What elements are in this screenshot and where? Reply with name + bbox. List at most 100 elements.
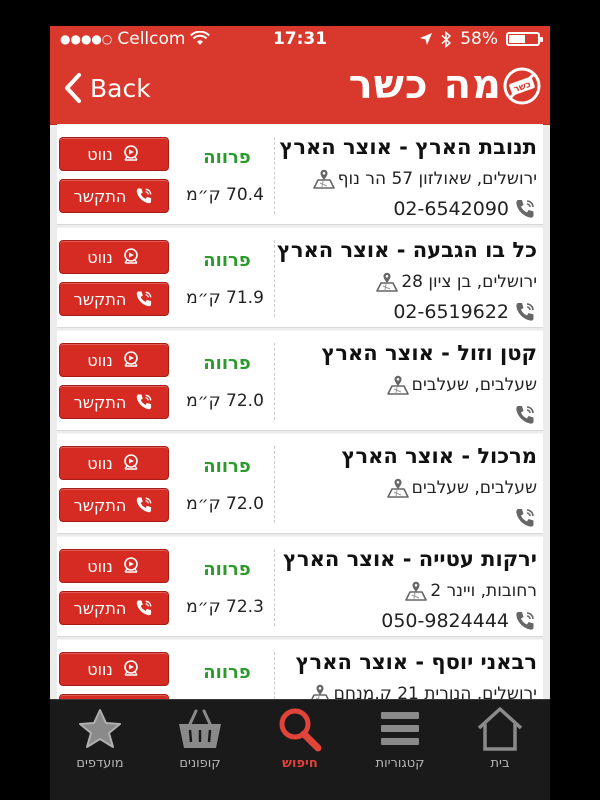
- listing-row[interactable]: קטן וזול - אוצר הארץ שעלבים, שעלבים פרוו…: [57, 330, 543, 431]
- distance: 72.0 ק״מ: [186, 391, 264, 411]
- search-icon: [279, 708, 322, 752]
- navigate-icon: [123, 145, 138, 161]
- status-right: 58%: [419, 29, 543, 49]
- navigate-label: נווט: [87, 144, 113, 164]
- phone-icon: [516, 509, 534, 527]
- navigate-icon: [123, 660, 138, 676]
- call-label: התקשר: [73, 289, 127, 309]
- location-arrow-icon: [420, 33, 433, 45]
- back-button[interactable]: Back: [62, 72, 151, 104]
- phone-icon: [516, 612, 534, 630]
- navigate-icon: [123, 351, 138, 367]
- listing-address-line: ירושלים, בן ציון 28: [375, 270, 537, 294]
- navigate-button[interactable]: נווט: [59, 343, 169, 377]
- listing-row[interactable]: מרכול - אוצר הארץ שעלבים, שעלבים פרווה 7…: [57, 433, 543, 534]
- distance: 72.3 ק״מ: [186, 597, 264, 617]
- listing-phone-line[interactable]: [509, 403, 537, 427]
- listing-phone-line[interactable]: [509, 506, 537, 530]
- call-button[interactable]: התקשר: [59, 591, 169, 625]
- navigate-label: נווט: [87, 659, 113, 679]
- row-divider: [274, 240, 275, 317]
- navigate-button[interactable]: נווט: [59, 137, 169, 171]
- battery-percent: 58%: [460, 29, 498, 49]
- phone-icon: [137, 188, 152, 204]
- call-label: התקשר: [73, 392, 127, 412]
- navigate-icon: [123, 248, 138, 264]
- call-button[interactable]: התקשר: [59, 385, 169, 419]
- navigate-icon: [123, 557, 138, 573]
- chevron-left-icon: [65, 73, 81, 103]
- navigate-button[interactable]: נווט: [59, 446, 169, 480]
- listing-address: שעלבים, שעלבים: [411, 478, 537, 498]
- row-divider: [274, 137, 275, 214]
- map-location-icon: [405, 581, 428, 601]
- menu-icon: [381, 712, 419, 745]
- tab-label: קופונים: [179, 756, 221, 771]
- navigate-button[interactable]: נווט: [59, 240, 169, 274]
- app-screen: ●●●●○ Cellcom 17:31 58% Back מה כשר כשר …: [50, 26, 550, 800]
- call-label: התקשר: [73, 186, 127, 206]
- tab-home[interactable]: בית: [450, 700, 550, 780]
- tab-label: חיפוש: [282, 756, 318, 771]
- call-label: התקשר: [73, 495, 127, 515]
- tab-bar: מועדפים קופונים חיפוש קטגוריות בית: [50, 699, 550, 800]
- tab-basket[interactable]: קופונים: [150, 700, 250, 780]
- call-button[interactable]: התקשר: [59, 282, 169, 316]
- tab-menu[interactable]: קטגוריות: [350, 700, 450, 780]
- listing-phone-line[interactable]: 02-6519622: [393, 300, 537, 324]
- status-bar: ●●●●○ Cellcom 17:31 58%: [50, 26, 550, 54]
- listing-name: קטן וזול - אוצר הארץ: [321, 341, 537, 365]
- bluetooth-icon: [441, 30, 452, 48]
- phone-icon: [516, 406, 534, 424]
- map-location-icon: [376, 272, 399, 292]
- phone-icon: [516, 303, 534, 321]
- listing-address-line: שעלבים, שעלבים: [386, 476, 537, 500]
- battery-icon: [506, 32, 543, 46]
- phone-icon: [137, 600, 152, 616]
- distance: 70.4 ק״מ: [186, 185, 264, 205]
- kashrut-label: פרווה: [203, 559, 251, 580]
- listing-address-line: ירושלים, הנורית 21 ק.מנחם: [308, 682, 537, 699]
- navigate-button[interactable]: נווט: [59, 652, 169, 686]
- back-label: Back: [90, 73, 151, 103]
- listing-address-line: שעלבים, שעלבים: [386, 373, 537, 397]
- listing-row[interactable]: ירקות עטייה - אוצר הארץ רחובות, ויינר 2 …: [57, 536, 543, 637]
- kosher-stamp-logo: כשר: [503, 67, 541, 105]
- star-icon: [79, 709, 121, 748]
- call-button[interactable]: התקשר: [59, 488, 169, 522]
- tab-star[interactable]: מועדפים: [50, 700, 150, 780]
- map-location-icon: [386, 478, 409, 498]
- kashrut-label: פרווה: [203, 662, 251, 683]
- tab-label: מועדפים: [76, 756, 124, 771]
- app-header: Back מה כשר כשר: [50, 54, 550, 125]
- row-divider: [274, 446, 275, 523]
- call-button[interactable]: התקשר: [59, 179, 169, 213]
- results-list[interactable]: תנובת הארץ - אוצר הארץ ירושלים, שאולזון …: [57, 124, 543, 699]
- navigate-label: נווט: [87, 350, 113, 370]
- listing-address-line: ירושלים, שאולזון 57 הר נוף: [312, 167, 537, 191]
- row-divider: [274, 343, 275, 420]
- navigate-label: נווט: [87, 556, 113, 576]
- home-icon: [477, 707, 523, 751]
- battery-fill: [509, 35, 526, 43]
- listing-phone-line[interactable]: 050-9824444: [381, 609, 537, 633]
- map-location-icon: [312, 169, 335, 189]
- tab-search[interactable]: חיפוש: [250, 700, 350, 780]
- listing-row[interactable]: כל בו הגבעה - אוצר הארץ ירושלים, בן ציון…: [57, 227, 543, 328]
- kashrut-label: פרווה: [203, 456, 251, 477]
- phone-icon: [516, 200, 534, 218]
- navigate-icon: [123, 454, 138, 470]
- distance: 72.0 ק״מ: [186, 494, 264, 514]
- listing-row[interactable]: רבאני יוסף - אוצר הארץ ירושלים, הנורית 2…: [57, 639, 543, 699]
- listing-name: תנובת הארץ - אוצר הארץ: [279, 135, 537, 159]
- listing-address: ירושלים, הנורית 21 ק.מנחם: [333, 684, 537, 699]
- map-location-icon: [310, 684, 329, 699]
- listing-row[interactable]: תנובת הארץ - אוצר הארץ ירושלים, שאולזון …: [57, 124, 543, 225]
- call-label: התקשר: [73, 598, 127, 618]
- listing-phone-line[interactable]: 02-6542090: [393, 197, 537, 221]
- navigate-button[interactable]: נווט: [59, 549, 169, 583]
- kashrut-label: פרווה: [203, 353, 251, 374]
- navigate-label: נווט: [87, 247, 113, 267]
- map-location-icon: [386, 375, 409, 395]
- row-divider: [274, 652, 275, 699]
